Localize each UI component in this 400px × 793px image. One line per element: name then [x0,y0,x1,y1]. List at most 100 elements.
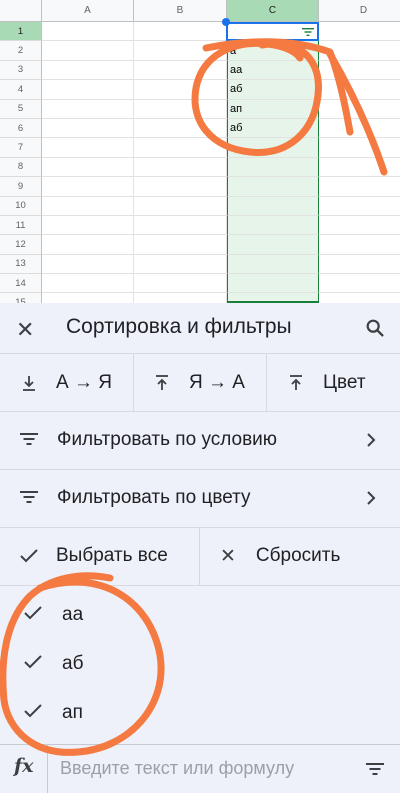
cell[interactable] [134,99,227,119]
grid-corner[interactable] [0,0,42,22]
fx-icon[interactable]: fx [14,755,34,777]
cell[interactable] [227,196,319,216]
cell[interactable] [319,138,400,158]
cell[interactable] [134,41,227,61]
cell[interactable] [42,254,134,275]
cell[interactable] [134,196,227,216]
cell[interactable] [134,118,227,139]
cell[interactable]: аб [227,118,319,139]
cell[interactable] [319,255,400,275]
cell[interactable] [319,61,400,81]
cell[interactable] [134,157,227,178]
row-header[interactable]: 4 [0,80,42,100]
cell[interactable] [319,216,400,236]
spreadsheet-grid[interactable]: A B C D 1 2 a 3 aa 4 аб 5 ап 6 аб 7 8 9 10 11 12 13 14 15 [0,0,400,303]
cell[interactable] [134,254,227,275]
filter-icon[interactable] [302,27,314,37]
check-icon[interactable] [24,655,42,669]
row-header[interactable]: 2 [0,41,42,61]
cell[interactable] [134,274,227,294]
cell[interactable]: аб [227,80,319,100]
cell[interactable] [134,177,227,197]
cell[interactable] [42,80,134,100]
cell[interactable] [42,235,134,255]
row-header[interactable]: 3 [0,60,42,81]
row-header[interactable]: 15 [0,293,42,303]
cell[interactable]: a [227,41,319,61]
column-header-c[interactable]: C [227,0,319,22]
cell[interactable] [227,157,319,178]
cell[interactable] [42,138,134,158]
cell[interactable] [319,100,400,119]
cell[interactable] [134,215,227,236]
sort-desc-icon [290,374,302,390]
cell[interactable] [42,177,134,197]
close-icon[interactable]: ✕ [16,317,34,343]
filter-by-color[interactable]: Фильтровать по цвету [0,470,400,528]
cell[interactable] [227,274,319,294]
cell[interactable]: aa [227,60,319,81]
search-icon[interactable] [364,317,386,339]
value-item[interactable]: ап [0,690,400,738]
sort-za-button[interactable]: Я → А [153,354,245,411]
sort-az-button[interactable]: А → Я [20,354,112,411]
cell[interactable] [134,293,227,303]
selection-handle[interactable] [222,18,230,26]
row-header[interactable]: 11 [0,215,42,236]
cell[interactable] [319,235,400,255]
cell[interactable] [42,157,134,178]
cell[interactable] [319,119,400,139]
cell[interactable] [227,254,319,275]
cell[interactable]: ап [227,99,319,119]
cell[interactable] [42,60,134,81]
cell[interactable] [227,138,319,158]
cell[interactable] [319,80,400,100]
cell[interactable] [227,177,319,197]
row-header[interactable]: 12 [0,235,42,255]
cell[interactable] [134,22,227,42]
row-header[interactable]: 13 [0,254,42,275]
cell[interactable] [42,196,134,216]
row-header[interactable]: 14 [0,274,42,294]
reset-button[interactable]: ✕ Сбросить [220,527,340,585]
cell[interactable] [42,293,134,303]
sort-color-button[interactable]: Цвет [287,354,366,411]
column-header-a[interactable]: A [42,0,134,22]
row-header[interactable]: 9 [0,177,42,197]
cell[interactable] [134,138,227,158]
cell[interactable] [42,118,134,139]
row-header[interactable]: 6 [0,118,42,139]
select-all-button[interactable]: Выбрать все [20,527,168,585]
value-item[interactable]: аб [0,641,400,689]
cell[interactable] [319,158,400,178]
cell[interactable] [42,22,134,42]
filter-icon[interactable] [366,762,384,776]
formula-input[interactable] [60,754,342,782]
cell[interactable] [319,41,400,61]
cell[interactable] [227,235,319,255]
cell[interactable] [42,215,134,236]
cell[interactable] [227,215,319,236]
value-item[interactable]: аа [0,592,400,640]
cell[interactable] [134,235,227,255]
row-header[interactable]: 1 [0,22,42,42]
column-header-b[interactable]: B [134,0,227,22]
cell[interactable] [319,177,400,197]
cell[interactable] [319,293,400,303]
row-header[interactable]: 7 [0,138,42,158]
column-header-d[interactable]: D [319,0,400,22]
cell[interactable] [42,274,134,294]
cell[interactable] [319,197,400,216]
cell[interactable] [134,80,227,100]
row-header[interactable]: 10 [0,196,42,216]
row-header[interactable]: 8 [0,157,42,178]
cell[interactable] [319,22,400,42]
filter-by-condition[interactable]: Фильтровать по условию [0,412,400,470]
check-icon[interactable] [24,704,42,718]
cell[interactable] [42,99,134,119]
cell[interactable] [134,60,227,81]
row-header[interactable]: 5 [0,99,42,119]
cell[interactable] [319,274,400,294]
check-icon[interactable] [24,606,42,620]
cell[interactable] [42,41,134,61]
